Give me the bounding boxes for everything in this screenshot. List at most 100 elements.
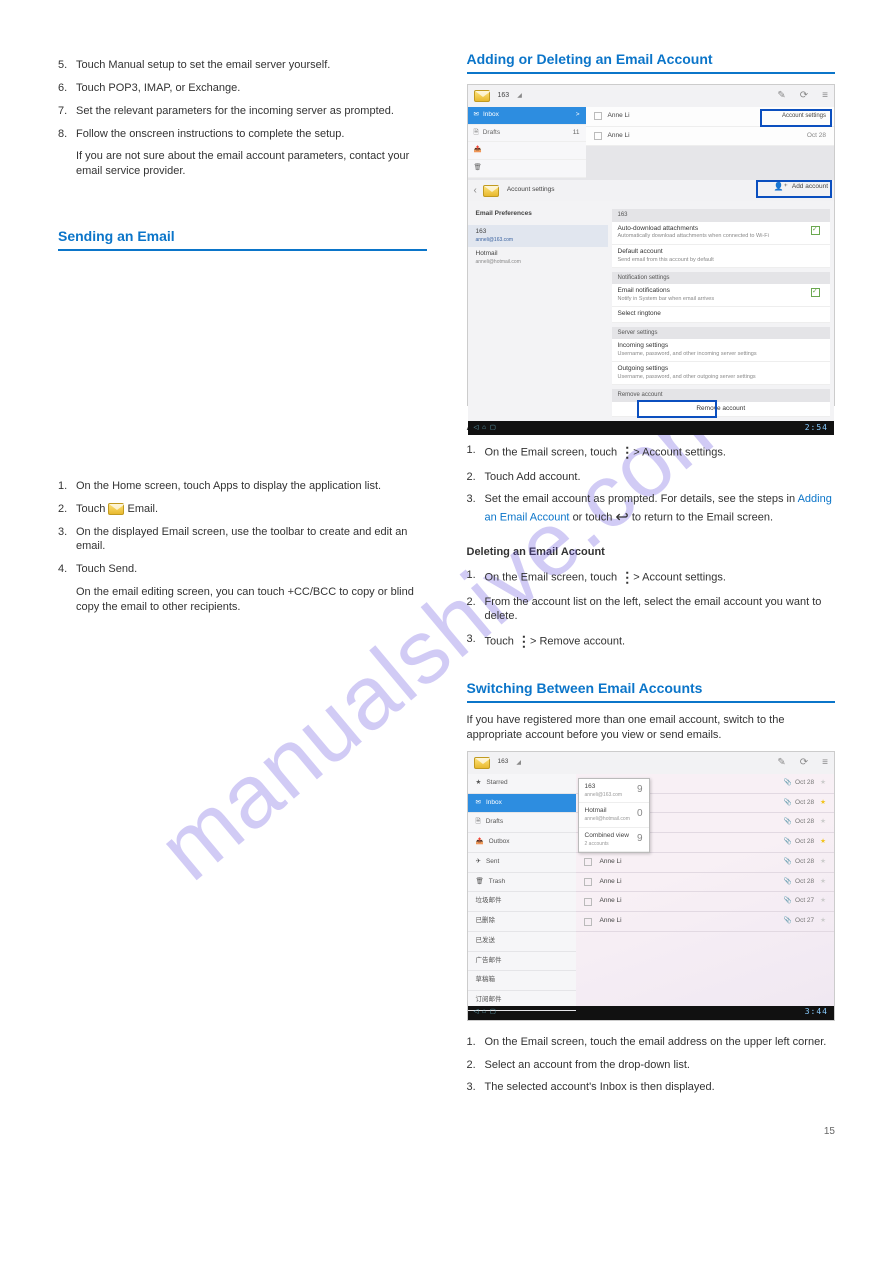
nav-outbox[interactable]: 📤 <box>468 142 586 160</box>
dd-name: Hotmail <box>585 807 630 816</box>
side-trash[interactable]: 🗑Trash <box>468 873 576 893</box>
nav-label: Drafts <box>483 129 500 138</box>
back-nav-icon[interactable]: ◁ <box>474 1008 479 1017</box>
option-auto-download[interactable]: Auto-download attachmentsAutomatically d… <box>612 222 831 245</box>
option-sub: Send email from this account by default <box>618 257 825 264</box>
side-sent[interactable]: ✈Sent <box>468 853 576 873</box>
message-row[interactable]: Anne Li📎Oct 28★ <box>576 853 835 873</box>
switch-step-3: 3.The selected account's Inbox is then d… <box>467 1080 836 1095</box>
message-row[interactable]: Anne Li📎Oct 27★ <box>576 912 835 932</box>
group-header: Server settings <box>612 327 831 339</box>
dropdown-item[interactable]: Hotmailanneli@hotmail.com0 <box>579 803 649 828</box>
dd-addr: anneli@163.com <box>585 792 623 799</box>
message-row[interactable]: Anne Li📎Oct 28★ <box>576 873 835 893</box>
checkbox-icon[interactable] <box>811 226 820 235</box>
side-folder[interactable]: 已删除 <box>468 912 576 932</box>
checkbox[interactable] <box>594 112 602 120</box>
dropdown-item[interactable]: Combined view2 accounts9 <box>579 828 649 853</box>
send-step-3: 3.On the displayed Email screen, use the… <box>58 525 427 555</box>
option-default-account[interactable]: Default accountSend email from this acco… <box>612 245 831 268</box>
side-drafts[interactable]: 🗎Drafts <box>468 813 576 833</box>
checkbox-icon[interactable] <box>811 288 820 297</box>
email-app-icon <box>483 185 499 197</box>
side-folder[interactable]: 广告邮件 <box>468 952 576 972</box>
step-num: 1. <box>467 1035 476 1050</box>
step-num: 3. <box>467 632 476 647</box>
star-icon[interactable]: ★ <box>820 897 826 906</box>
checkbox[interactable] <box>584 878 592 886</box>
sent-icon: ✈ <box>476 858 481 867</box>
nav-count: 11 <box>573 129 580 138</box>
nav-inbox[interactable]: ✉Inbox> <box>468 107 586 125</box>
trash-icon: 🗑 <box>476 878 484 887</box>
step-text-pre: On the Email screen, touch <box>485 446 621 458</box>
side-label: Outbox <box>489 838 510 847</box>
account-name: 163 <box>498 91 510 100</box>
step-num: 6. <box>58 81 67 96</box>
step-num: 3. <box>58 525 67 540</box>
checkbox[interactable] <box>584 858 592 866</box>
side-folder[interactable]: 草稿箱 <box>468 971 576 991</box>
screenshot-account-settings: 163 ◢ ✎ ⟳ ≡ ✉Inbox> 🗎Drafts11 📤 🗑 <box>467 84 836 406</box>
side-label: Starred <box>486 779 507 788</box>
checkbox[interactable] <box>584 918 592 926</box>
step-text-post: > Account settings. <box>633 446 726 458</box>
step-text: Select an account from the drop-down lis… <box>485 1059 690 1071</box>
account-name: 163 <box>498 758 509 767</box>
refresh-icon[interactable]: ⟳ <box>800 89 808 103</box>
star-icon[interactable]: ★ <box>820 779 826 788</box>
star-icon[interactable]: ★ <box>820 799 826 808</box>
option-select-ringtone[interactable]: Select ringtone <box>612 307 831 323</box>
menu-icon[interactable]: ≡ <box>822 89 828 103</box>
checkbox[interactable] <box>584 898 592 906</box>
star-icon[interactable]: ★ <box>820 838 826 847</box>
side-folder[interactable]: 已发送 <box>468 932 576 952</box>
message-date: Oct 27 <box>795 917 814 926</box>
switch-step-1: 1.On the Email screen, touch the email a… <box>467 1035 836 1050</box>
compose-icon[interactable]: ✎ <box>777 89 785 103</box>
option-outgoing-settings[interactable]: Outgoing settingsUsername, password, and… <box>612 362 831 385</box>
star-icon[interactable]: ★ <box>820 917 826 926</box>
dropdown-icon[interactable]: ◢ <box>516 759 521 767</box>
nav-drafts[interactable]: 🗎Drafts11 <box>468 125 586 143</box>
step-6: 6.Touch POP3, IMAP, or Exchange. <box>58 81 427 96</box>
del-step-2: 2.From the account list on the left, sel… <box>467 595 836 625</box>
back-nav-icon[interactable]: ◁ <box>474 424 479 433</box>
account-item[interactable]: Hotmailanneli@hotmail.com <box>468 247 608 269</box>
option-email-notifications[interactable]: Email notificationsNotify in System bar … <box>612 284 831 307</box>
recent-nav-icon[interactable]: ▢ <box>490 1008 496 1017</box>
home-nav-icon[interactable]: ⌂ <box>482 424 486 433</box>
message-date: Oct 28 <box>795 878 814 887</box>
side-starred[interactable]: ★Starred <box>468 774 576 794</box>
sender-name: Anne Li <box>600 878 784 887</box>
message-row[interactable]: Anne Li Account settings <box>586 107 835 127</box>
step-num: 2. <box>467 1058 476 1073</box>
refresh-icon[interactable]: ⟳ <box>800 756 808 770</box>
group-header: Remove account <box>612 389 831 401</box>
option-incoming-settings[interactable]: Incoming settingsUsername, password, and… <box>612 339 831 362</box>
home-nav-icon[interactable]: ⌂ <box>482 1008 486 1017</box>
message-row[interactable]: Anne Li📎Oct 27★ <box>576 892 835 912</box>
recent-nav-icon[interactable]: ▢ <box>490 424 496 433</box>
send-step-1: 1.On the Home screen, touch Apps to disp… <box>58 479 427 494</box>
draft-icon: 🗎 <box>476 818 481 827</box>
side-outbox[interactable]: 📤Outbox <box>468 833 576 853</box>
star-icon[interactable]: ★ <box>820 878 826 887</box>
compose-icon[interactable]: ✎ <box>777 756 785 770</box>
dropdown-item[interactable]: 163anneli@163.com9 <box>579 779 649 804</box>
option-remove-account[interactable]: Remove account <box>612 402 831 418</box>
add-account-label[interactable]: Add account <box>792 183 828 192</box>
side-folder[interactable]: 垃圾邮件 <box>468 892 576 912</box>
account-item[interactable]: 163anneli@163.com <box>468 225 608 247</box>
nav-trash[interactable]: 🗑 <box>468 160 586 178</box>
back-icon[interactable]: ‹ <box>474 184 477 198</box>
switch-intro: If you have registered more than one ema… <box>467 713 836 743</box>
menu-icon[interactable]: ≡ <box>822 756 828 770</box>
checkbox[interactable] <box>594 132 602 140</box>
side-label: 已删除 <box>476 917 496 926</box>
message-date: Oct 28 <box>795 858 814 867</box>
side-inbox[interactable]: ✉Inbox <box>468 794 576 814</box>
star-icon[interactable]: ★ <box>820 858 826 867</box>
message-row[interactable]: Anne Li Oct 28 <box>586 127 835 147</box>
star-icon[interactable]: ★ <box>820 818 826 827</box>
